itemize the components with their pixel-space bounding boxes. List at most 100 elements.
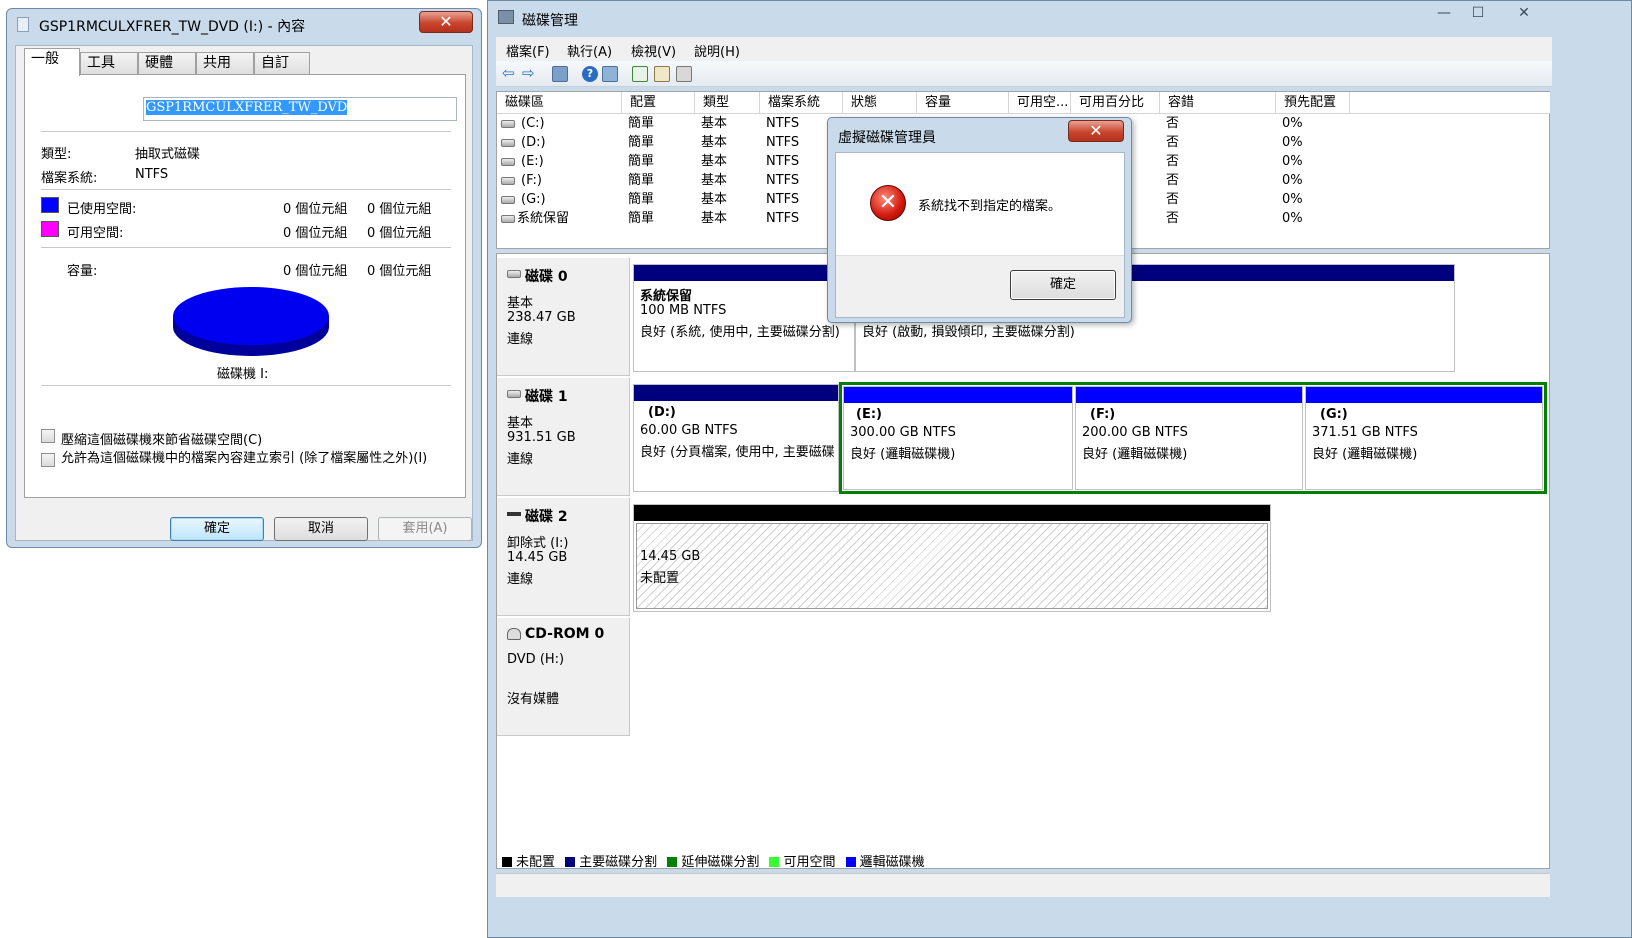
disk-size: 931.51 GB (507, 430, 576, 445)
partition-bar (634, 385, 838, 401)
index-checkbox[interactable] (41, 453, 55, 467)
col-status[interactable]: 狀態 (843, 92, 917, 114)
volume-overhead: 0% (1282, 173, 1303, 188)
partition-bar (1076, 387, 1302, 403)
tab-tools[interactable]: 工具 (80, 52, 138, 74)
partition-system-reserved[interactable]: 系統保留 100 MB NTFS 良好 (系統, 使用中, 主要磁碟分割) (633, 264, 855, 372)
partition-size: 200.00 GB NTFS (1082, 425, 1188, 440)
menu-help[interactable]: 說明(H) (694, 41, 740, 60)
partition-g[interactable]: (G:) 371.51 GB NTFS 良好 (邏輯磁碟機) (1305, 386, 1543, 490)
disk-state: 沒有媒體 (507, 692, 560, 707)
col-fault-tolerance[interactable]: 容錯 (1160, 92, 1276, 114)
legend-swatch-free (769, 857, 780, 867)
window-close-button[interactable]: ✕ (1510, 5, 1538, 23)
properties-titlebar[interactable]: GSP1RMCULXFRER_TW_DVD (I:) - 內容 ✕ (7, 9, 481, 39)
error-icon: ✕ (870, 185, 906, 221)
close-button[interactable]: ✕ (419, 11, 473, 33)
legend-free: 可用空間 (783, 855, 836, 870)
maximize-button[interactable]: ☐ (1464, 5, 1492, 23)
tab-hardware[interactable]: 硬體 (138, 52, 196, 74)
legend-unallocated: 未配置 (516, 855, 556, 870)
disk-0-header[interactable]: 磁碟 0 基本 238.47 GB 連線 (497, 258, 630, 376)
disk-size: 14.45 GB (507, 550, 568, 565)
partition-size: 300.00 GB NTFS (850, 425, 956, 440)
col-volume[interactable]: 磁碟區 (497, 92, 622, 114)
properties-client: 一般 工具 硬體 共用 自訂 GSP1RMCULXFRER_TW_DVD 類型:… (15, 45, 473, 541)
disk-2-header[interactable]: 磁碟 2 卸除式 (I:) 14.45 GB 連線 (497, 498, 630, 616)
error-close-button[interactable]: ✕ (1068, 120, 1124, 142)
volume-fs: NTFS (766, 211, 800, 226)
refresh-icon[interactable] (632, 66, 648, 82)
cancel-button[interactable]: 取消 (274, 517, 368, 541)
partition-bar (1306, 387, 1542, 403)
removable-disk-icon (507, 512, 521, 516)
partition-label: (E:) (856, 407, 882, 422)
partition-unallocated[interactable]: 14.45 GB 未配置 (633, 504, 1271, 612)
partition-status: 良好 (啟動, 損毀傾印, 主要磁碟分割) (862, 325, 1075, 340)
partition-e[interactable]: (E:) 300.00 GB NTFS 良好 (邏輯磁碟機) (843, 386, 1073, 490)
volume-type: 基本 (701, 116, 728, 131)
volume-overhead: 0% (1282, 211, 1303, 226)
legend-extended: 延伸磁碟分割 (681, 855, 760, 870)
col-free[interactable]: 可用空... (1009, 92, 1071, 114)
ok-button[interactable]: 確定 (170, 517, 264, 541)
partition-bar (634, 505, 1270, 521)
partition-d[interactable]: (D:) 60.00 GB NTFS 良好 (分頁檔案, 使用中, 主要磁碟分割… (633, 384, 839, 492)
tab-sharing[interactable]: 共用 (196, 52, 254, 74)
filesystem-label: 檔案系統: (41, 171, 98, 186)
volume-overhead: 0% (1282, 116, 1303, 131)
legend-swatch-primary (565, 857, 576, 867)
console-tree-icon[interactable] (552, 66, 568, 82)
volume-fault: 否 (1166, 192, 1180, 207)
help-icon[interactable]: ? (582, 66, 598, 82)
col-layout[interactable]: 配置 (622, 92, 695, 114)
tab-general[interactable]: 一般 (24, 48, 80, 76)
minimize-button[interactable]: — (1430, 5, 1458, 23)
type-label: 類型: (41, 147, 72, 162)
menu-action[interactable]: 執行(A) (567, 41, 612, 60)
type-value: 抽取式磁碟 (135, 147, 201, 162)
col-percent-free[interactable]: 可用百分比 (1071, 92, 1160, 114)
back-arrow-icon[interactable]: ⇦ (502, 66, 518, 82)
volume-fs: NTFS (766, 135, 800, 150)
toolbar: ⇦ ⇨ ? (496, 61, 1552, 87)
disk-state: 連線 (507, 572, 534, 587)
cdrom-header[interactable]: CD-ROM 0 DVD (H:) 沒有媒體 (497, 618, 630, 736)
legend-primary: 主要磁碟分割 (579, 855, 658, 870)
tab-customize[interactable]: 自訂 (254, 52, 310, 74)
partition-f[interactable]: (F:) 200.00 GB NTFS 良好 (邏輯磁碟機) (1075, 386, 1303, 490)
volume-overhead: 0% (1282, 192, 1303, 207)
error-ok-button[interactable]: 確定 (1010, 270, 1116, 300)
rescan-icon[interactable] (676, 66, 692, 82)
properties-icon[interactable] (654, 66, 670, 82)
disk-state: 連線 (507, 332, 534, 347)
forward-arrow-icon[interactable]: ⇨ (522, 66, 538, 82)
view-icon[interactable] (602, 66, 618, 82)
volume-name-input[interactable]: GSP1RMCULXFRER_TW_DVD (143, 97, 457, 121)
free-space-bytes: 0 個位元組 (283, 226, 348, 241)
error-message: 系統找不到指定的檔案。 (918, 199, 1062, 214)
volume-overhead: 0% (1282, 135, 1303, 150)
col-type[interactable]: 類型 (695, 92, 760, 114)
col-overhead[interactable]: 預先配置 (1276, 92, 1350, 114)
col-filesystem[interactable]: 檔案系統 (760, 92, 843, 114)
volume-fault: 否 (1166, 211, 1180, 226)
index-label: 允許為這個磁碟機中的檔案內容建立索引 (除了檔案屬性之外)(I) (61, 451, 428, 466)
menu-view[interactable]: 檢視(V) (631, 41, 676, 60)
partition-size: 60.00 GB NTFS (640, 423, 738, 438)
volume-layout: 簡單 (628, 173, 655, 188)
menu-file[interactable]: 檔案(F) (506, 41, 550, 60)
disk-icon (507, 390, 521, 398)
compress-label: 壓縮這個磁碟機來節省磁碟空間(C) (61, 433, 263, 448)
drive-icon (501, 158, 515, 166)
disk-1-header[interactable]: 磁碟 1 基本 931.51 GB 連線 (497, 378, 630, 496)
compress-checkbox[interactable] (41, 429, 55, 443)
general-page: GSP1RMCULXFRER_TW_DVD 類型: 抽取式磁碟 檔案系統: NT… (24, 74, 466, 498)
col-capacity[interactable]: 容量 (917, 92, 1009, 114)
used-space-bytes: 0 個位元組 (283, 202, 348, 217)
drive-icon (501, 177, 515, 185)
volume-layout: 簡單 (628, 116, 655, 131)
volume-layout: 簡單 (628, 135, 655, 150)
divider (41, 189, 451, 190)
apply-button[interactable]: 套用(A) (378, 517, 472, 541)
